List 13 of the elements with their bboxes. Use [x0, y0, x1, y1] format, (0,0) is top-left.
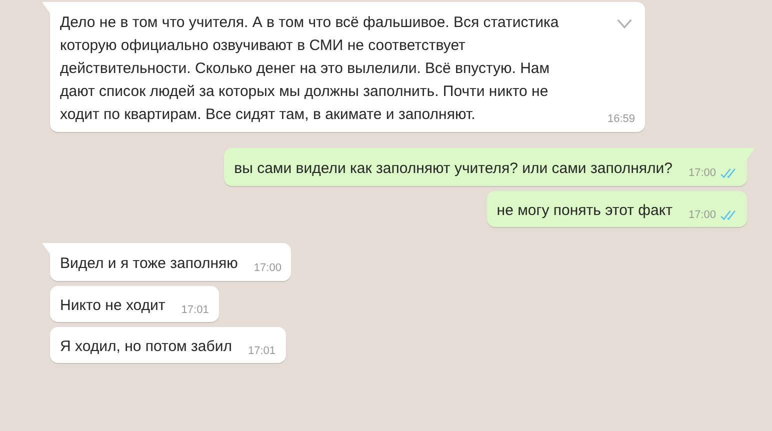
message-time: 17:00 [688, 208, 716, 222]
message-text: Дело не в том что учителя. А в том что всё фальшивое. Вся статистика которую официально озвучивают в СМИ не соответствует действительности. Сколько денег на это вылелили. Всё впустую. Нам дают список людей за которых мы должны заполнить. Почти никто не ходит по квартирам. Все сидят там, в акимате и заполняют. [60, 13, 560, 125]
message-text: вы сами видели как заполняют учителя? или сами заполняли? [234, 159, 674, 179]
chevron-down-icon[interactable] [616, 19, 633, 29]
message-text: Я ходил, но потом забил [60, 337, 233, 357]
message-time: 17:00 [688, 166, 716, 180]
message-text: Никто не ходит [60, 296, 166, 316]
message-time: 17:01 [248, 344, 276, 358]
message-time: 16:59 [607, 112, 635, 126]
message-time: 17:01 [181, 303, 209, 317]
message-time: 17:00 [254, 261, 282, 275]
message-text: Видел и я тоже заполняю [60, 254, 239, 274]
message-text: не могу понять этот факт [496, 201, 674, 221]
